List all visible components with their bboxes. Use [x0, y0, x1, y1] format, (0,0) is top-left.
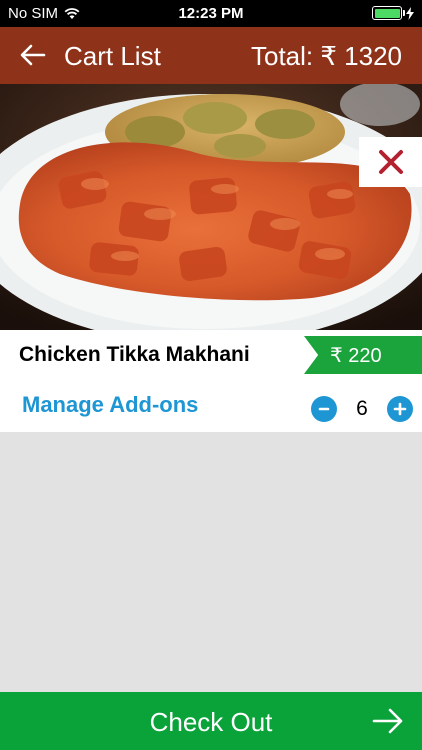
status-bar: No SIM 12:23 PM [0, 0, 422, 27]
item-price: ₹ 220 [330, 344, 382, 367]
battery-icon [372, 6, 405, 20]
cart-total: Total: ₹ 1320 [251, 41, 402, 72]
checkout-label: Check Out [149, 707, 273, 737]
item-name: Chicken Tikka Makhani [19, 343, 250, 366]
food-photo [0, 84, 422, 330]
status-time: 12:23 PM [178, 5, 244, 22]
status-right [372, 6, 414, 20]
close-icon [378, 150, 403, 174]
quantity-value: 6 [356, 397, 368, 420]
page-title: Cart List [64, 41, 161, 71]
arrow-right-icon [372, 708, 403, 734]
price-tag: ₹ 220 [304, 336, 422, 374]
back-arrow-icon[interactable] [18, 40, 48, 70]
total-label: Total: [251, 41, 314, 71]
total-value: ₹ 1320 [320, 41, 402, 71]
charging-icon [406, 6, 414, 20]
plus-icon [393, 402, 407, 416]
manage-addons-link[interactable]: Manage Add-ons [22, 392, 198, 418]
app-header: Cart List Total: ₹ 1320 [0, 27, 422, 84]
checkout-button[interactable]: Check Out [0, 692, 422, 750]
minus-icon [318, 407, 330, 411]
remove-item-button[interactable] [359, 137, 422, 187]
decrease-quantity-button[interactable] [311, 396, 337, 422]
cart-item-card: Chicken Tikka Makhani ₹ 220 Manage Add-o… [0, 330, 422, 432]
increase-quantity-button[interactable] [387, 396, 413, 422]
food-image [0, 84, 422, 330]
